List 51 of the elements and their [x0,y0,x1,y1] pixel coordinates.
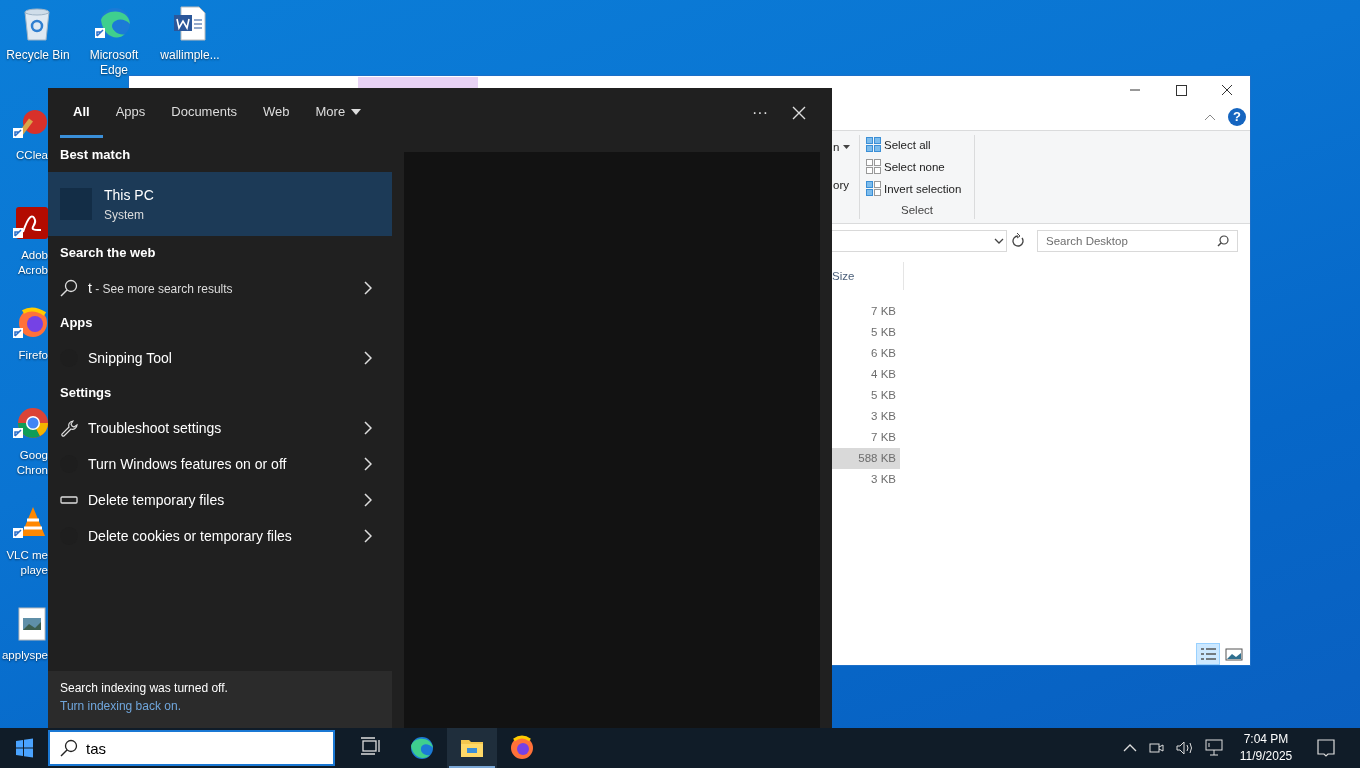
result-title: This PC [104,186,154,203]
search-result[interactable]: t - See more search results [48,270,392,306]
search-field[interactable]: tas [48,730,335,766]
notice-text: Search indexing was turned off. [60,681,229,695]
file-row[interactable]: 6 KB [832,343,900,364]
search-tab[interactable]: Apps [102,88,159,138]
icon-label: Recycle Bin [5,48,71,63]
section-heading: Settings [59,384,113,402]
icon-label: Microsoft Edge [88,48,140,78]
icon-label: Firefo [18,348,48,363]
search-input[interactable]: Search Desktop [1046,232,1217,250]
search-result[interactable]: Troubleshoot settings [48,410,392,446]
icon-label: wallimple... [159,48,221,63]
ribbon-command[interactable]: Select none [866,158,968,175]
result-subtitle: System [104,207,145,222]
ribbon-command[interactable]: Invert selection [866,180,968,197]
search-result[interactable]: Delete cookies or temporary files [48,518,392,554]
file-row[interactable]: 5 KB [832,322,900,343]
file-row[interactable]: 3 KB [832,469,900,490]
search-tab[interactable]: Web [250,88,303,138]
ribbon-command[interactable]: n [833,141,851,153]
icon-label: Goog Chron [15,448,48,478]
search-result[interactable]: Delete temporary files [48,482,392,518]
section-heading: Apps [59,314,94,332]
icon-label: applyspe [1,648,48,663]
icon-label: CClea [16,148,48,163]
clock[interactable]: 7:04 PM 11/9/2025 [1234,731,1298,765]
help-button[interactable]: ? [1228,108,1246,126]
group-label: Select [900,204,934,216]
ribbon-command[interactable]: Select all [866,136,968,153]
section-heading: Search the web [59,244,157,262]
column-header[interactable]: Size [832,270,855,282]
file-row[interactable]: 7 KB [832,427,900,448]
search-field[interactable]: Search Desktop [1037,230,1238,252]
search-result[interactable]: Snipping Tool [48,340,392,376]
search-tab[interactable]: Documents [158,88,250,138]
icon-label: Adob Acrob [16,248,48,278]
section-heading: Best match [59,146,132,164]
search-result[interactable]: Turn Windows features on or off [48,446,392,482]
file-row[interactable]: 5 KB [832,385,900,406]
file-row[interactable]: 4 KB [832,364,900,385]
more-options-button[interactable]: ··· [738,88,782,138]
file-row[interactable]: 7 KB [832,301,900,322]
search-tab[interactable]: All [60,88,103,138]
file-row[interactable]: 588 KB [832,448,900,469]
file-row[interactable]: 3 KB [832,406,900,427]
link[interactable]: Turn indexing back on. [60,699,181,713]
search-result[interactable]: This PC System [48,172,392,236]
icon-label: VLC me playe [5,548,48,578]
search-tab[interactable]: More [302,88,375,138]
ribbon-command[interactable]: ory [833,179,849,191]
